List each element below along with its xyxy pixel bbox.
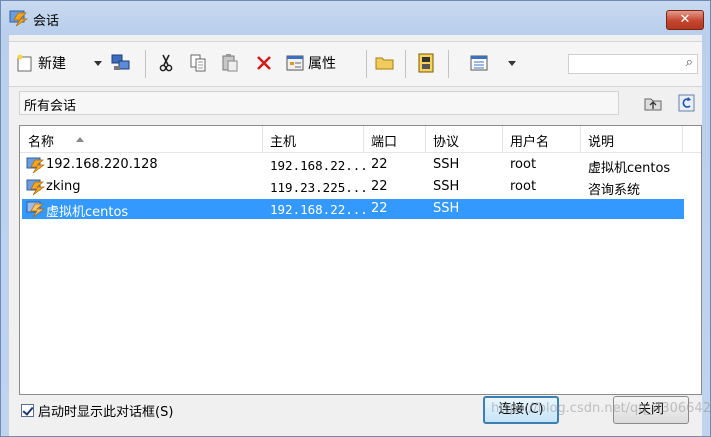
- session-host: 192.168.22...: [270, 158, 368, 173]
- session-name: zking: [46, 179, 81, 194]
- new-session-label: 新建: [38, 56, 66, 72]
- session-port: 22: [371, 179, 388, 194]
- connect-icon: [111, 54, 130, 70]
- session-icon: [26, 157, 46, 174]
- new-folder-button[interactable]: [374, 50, 396, 76]
- session-port: 22: [371, 201, 388, 216]
- connect-toolbar-button[interactable]: [110, 50, 132, 76]
- copy-icon: [190, 54, 206, 72]
- session-icon: [26, 179, 46, 196]
- up-folder-icon[interactable]: [643, 94, 663, 112]
- watermark-text: https://blog.csdn.net/qq_43066421: [491, 401, 711, 416]
- chevron-down-icon: [94, 61, 102, 66]
- list-view-icon: [470, 55, 488, 71]
- delete-button[interactable]: [255, 50, 273, 76]
- col-header-protocol[interactable]: 协议: [433, 131, 459, 150]
- toolbar-separator: [366, 50, 367, 78]
- col-header-host[interactable]: 主机: [270, 131, 296, 150]
- path-bar: 所有会话: [19, 91, 695, 117]
- startup-checkbox-label: 启动时显示此对话框(S): [38, 405, 174, 420]
- sort-ascending-icon: [76, 137, 84, 142]
- session-description: 咨询系统: [588, 183, 641, 198]
- search-icon[interactable]: ⌕: [686, 55, 693, 70]
- title-bar[interactable]: 会话 ✕: [1, 1, 710, 35]
- key-manager-button[interactable]: [416, 50, 436, 76]
- view-options-button[interactable]: [469, 50, 489, 76]
- session-user: root: [510, 157, 537, 172]
- cut-button[interactable]: [157, 50, 175, 76]
- refresh-icon[interactable]: [677, 94, 697, 112]
- window-title: 会话: [33, 14, 60, 29]
- table-row[interactable]: zking 119.23.225... 22 SSH root 咨询系统: [22, 177, 684, 198]
- table-row-selected[interactable]: 虚拟机centos 192.168.22... 22 SSH: [22, 199, 684, 220]
- table-row[interactable]: 192.168.220.128 192.168.22... 22 SSH roo…: [22, 155, 684, 176]
- dialog-body: 新建 属性 ⌕ 所有会话 名称 主机 端口 协议 用户名 说明 192.168.…: [9, 35, 702, 436]
- paste-button[interactable]: [220, 50, 240, 76]
- new-dropdown-arrow[interactable]: [93, 50, 103, 76]
- session-port: 22: [371, 157, 388, 172]
- folder-path-field[interactable]: 所有会话: [19, 91, 619, 115]
- sessions-dialog: 会话 ✕ 新建 属性 ⌕ 所有会话 名称 主机 端口 协议 用户名 说明 192…: [0, 0, 711, 437]
- chevron-down-icon: [508, 61, 516, 66]
- toolbar-separator: [145, 50, 146, 78]
- col-header-description[interactable]: 说明: [588, 131, 614, 150]
- col-header-port[interactable]: 端口: [371, 131, 397, 150]
- new-session-icon: [17, 54, 32, 72]
- paste-icon: [222, 54, 238, 72]
- scissors-icon: [159, 54, 173, 72]
- session-host: 119.23.225...: [270, 180, 368, 195]
- session-protocol: SSH: [433, 179, 460, 194]
- toolbar: 新建 属性 ⌕: [9, 41, 702, 87]
- close-window-button[interactable]: ✕: [666, 10, 704, 30]
- search-field[interactable]: ⌕: [568, 54, 698, 74]
- folder-icon: [375, 57, 394, 70]
- session-host: 192.168.22...: [270, 202, 368, 217]
- new-session-button[interactable]: 新建: [15, 50, 66, 76]
- view-dropdown-arrow[interactable]: [507, 50, 517, 76]
- session-list: 名称 主机 端口 协议 用户名 说明 192.168.220.128 192.1…: [19, 125, 702, 395]
- session-icon: [26, 201, 46, 218]
- session-name: 192.168.220.128: [46, 157, 158, 172]
- startup-checkbox[interactable]: [21, 404, 34, 417]
- toolbar-separator: [405, 50, 406, 78]
- copy-button[interactable]: [188, 50, 208, 76]
- list-header: 名称 主机 端口 协议 用户名 说明: [20, 126, 701, 153]
- startup-checkbox-row[interactable]: 启动时显示此对话框(S): [21, 401, 173, 420]
- key-manager-icon: [418, 53, 434, 73]
- session-protocol: SSH: [433, 201, 460, 216]
- properties-button[interactable]: 属性: [285, 50, 336, 76]
- session-app-icon: [9, 10, 29, 27]
- session-user: root: [510, 179, 537, 194]
- col-header-user[interactable]: 用户名: [510, 131, 549, 150]
- delete-x-icon: [257, 56, 271, 70]
- col-header-name[interactable]: 名称: [28, 131, 54, 150]
- session-name: 虚拟机centos: [46, 205, 129, 220]
- session-description: 虚拟机centos: [588, 161, 671, 176]
- properties-icon: [286, 55, 304, 71]
- properties-label: 属性: [308, 56, 336, 72]
- toolbar-separator: [448, 50, 449, 78]
- session-protocol: SSH: [433, 157, 460, 172]
